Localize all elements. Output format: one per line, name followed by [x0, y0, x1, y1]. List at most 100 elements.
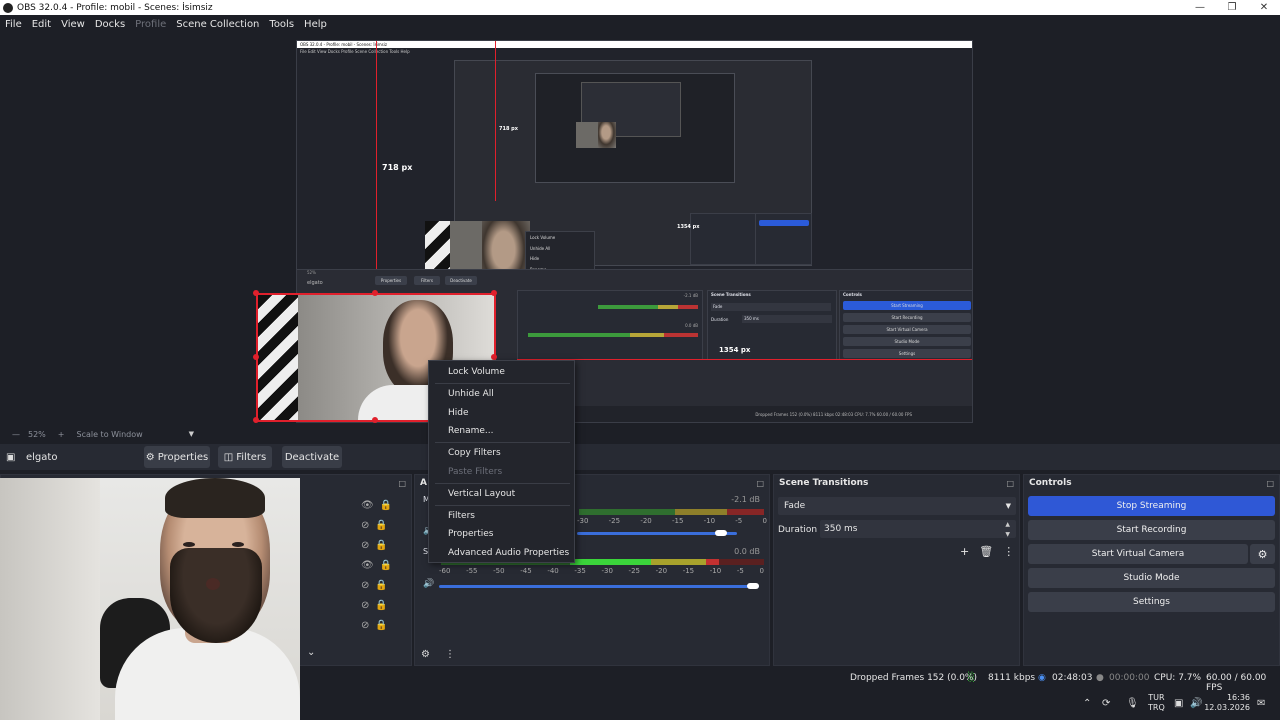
eye-hidden-icon[interactable]: ⊘ — [361, 620, 369, 631]
studio-mode-button[interactable]: Studio Mode — [1028, 568, 1275, 588]
channel-2-fader[interactable] — [439, 585, 759, 588]
more-icon[interactable]: ⋮ — [1003, 545, 1014, 558]
menu-profile[interactable]: Profile — [130, 19, 171, 30]
menu-item-paste-filters[interactable]: Paste Filters — [448, 467, 502, 477]
resize-handle[interactable] — [253, 354, 259, 360]
sync-icon[interactable]: ⟳ — [1102, 698, 1110, 709]
start-virtual-camera-button[interactable]: Start Virtual Camera — [1028, 544, 1248, 564]
nested-filters-btn: Filters — [414, 276, 440, 285]
spin-down-icon[interactable]: ▼ — [1005, 526, 1010, 544]
nested-preview-level3 — [535, 73, 735, 183]
channel-1-fader-knob[interactable] — [715, 530, 727, 536]
resize-handle[interactable] — [372, 290, 378, 296]
minimize-icon[interactable]: — — [1184, 0, 1216, 15]
lock-icon[interactable]: 🔒 — [375, 580, 387, 591]
scale-tick: -25 — [608, 517, 621, 525]
menu-item-unhide-all[interactable]: Unhide All — [448, 389, 494, 399]
restore-icon[interactable]: ❐ — [1216, 0, 1248, 15]
volume-icon[interactable]: 🔊 — [1190, 698, 1202, 709]
bitrate: 8111 kbps — [988, 673, 1036, 683]
lock-icon[interactable]: 🔒 — [375, 540, 387, 551]
menu-item-hide[interactable]: Hide — [448, 408, 469, 418]
lock-icon[interactable]: 🔒 — [375, 600, 387, 611]
scale-tick: -15 — [682, 567, 695, 575]
menu-item-properties[interactable]: Properties — [448, 529, 493, 539]
channel-2-fader-knob[interactable] — [746, 583, 759, 589]
start-recording-button[interactable]: Start Recording — [1028, 520, 1275, 540]
channel-1-fader[interactable] — [577, 532, 737, 535]
eye-hidden-icon[interactable]: ⊘ — [361, 520, 369, 531]
eye-icon[interactable]: 👁 — [361, 500, 374, 511]
microphone-icon[interactable]: 🎙 — [1126, 698, 1139, 709]
zoom-minus-icon[interactable]: — — [12, 430, 20, 439]
context-menu: Lock Volume Unhide All Hide Rename... Co… — [428, 360, 575, 563]
resize-handle[interactable] — [491, 290, 497, 296]
chevron-down-icon[interactable]: ▼ — [189, 430, 194, 438]
eye-hidden-icon[interactable]: ⊘ — [361, 600, 369, 611]
menu-edit[interactable]: Edit — [27, 19, 56, 30]
dock-float-icon[interactable]: □ — [756, 479, 764, 488]
dock-float-icon[interactable]: □ — [398, 479, 406, 488]
menu-item-copy-filters[interactable]: Copy Filters — [448, 448, 501, 458]
dock-float-icon[interactable]: □ — [1266, 479, 1274, 488]
nested-preview-level2 — [425, 60, 812, 293]
properties-button[interactable]: ⚙ Properties — [144, 446, 210, 468]
menu-item-lock-volume[interactable]: Lock Volume — [448, 367, 505, 377]
stop-streaming-button[interactable]: Stop Streaming — [1028, 496, 1275, 516]
menu-scene-collection[interactable]: Scene Collection — [171, 19, 264, 30]
deactivate-button[interactable]: Deactivate — [282, 446, 342, 468]
nested-label-718-small: 718 px — [499, 126, 518, 132]
mixer-settings-icon[interactable]: ⚙ — [421, 649, 430, 660]
nested-start-streaming-small — [759, 220, 809, 226]
input-language[interactable]: TUR TRQ — [1148, 693, 1165, 713]
menu-item-vertical-layout[interactable]: Vertical Layout — [448, 489, 515, 499]
notification-icon[interactable]: ✉ — [1257, 698, 1265, 709]
chevron-up-icon[interactable]: ⌃ — [1083, 698, 1091, 709]
menu-item-advanced-audio[interactable]: Advanced Audio Properties — [448, 548, 569, 558]
nested-deactivate-btn: Deactivate — [445, 276, 477, 285]
duration-spinbox[interactable]: 350 ms ▲ ▼ — [820, 520, 1016, 538]
add-icon[interactable]: + — [960, 545, 969, 558]
lock-icon[interactable]: 🔒 — [375, 620, 387, 631]
network-icon[interactable]: ▣ — [1174, 698, 1183, 709]
trash-icon[interactable]: 🗑 — [979, 545, 993, 558]
lock-icon[interactable]: 🔒 — [380, 560, 392, 571]
lock-icon[interactable]: 🔒 — [380, 500, 392, 511]
nested-fade: Fade — [711, 303, 831, 311]
resize-handle[interactable] — [253, 290, 259, 296]
scale-mode[interactable]: Scale to Window — [76, 430, 142, 439]
filters-button[interactable]: ◫ Filters — [218, 446, 272, 468]
resize-handle[interactable] — [253, 417, 259, 423]
nested-face — [597, 122, 616, 148]
transition-tools: + 🗑 ⋮ — [960, 545, 1014, 558]
transition-select[interactable]: Fade ▼ — [778, 497, 1016, 515]
resize-handle[interactable] — [372, 417, 378, 423]
scale-tick: -60 — [439, 567, 451, 575]
scene-transitions-dock: Scene Transitions □ Fade ▼ Duration 350 … — [773, 474, 1020, 666]
eye-icon[interactable]: 👁 — [361, 560, 374, 571]
speaker-icon[interactable]: 🔊 — [423, 579, 434, 589]
eye-hidden-icon[interactable]: ⊘ — [361, 540, 369, 551]
menu-bar: File Edit View Docks Profile Scene Colle… — [0, 15, 1280, 33]
virtual-camera-settings-icon[interactable]: ⚙ — [1250, 544, 1275, 564]
menu-file[interactable]: File — [0, 19, 27, 30]
zoom-plus-icon[interactable]: + — [58, 430, 65, 439]
menu-docks[interactable]: Docks — [90, 19, 130, 30]
mixer-title: A — [420, 478, 427, 488]
eye-hidden-icon[interactable]: ⊘ — [361, 580, 369, 591]
menu-item-rename[interactable]: Rename... — [448, 426, 494, 436]
menu-view[interactable]: View — [56, 19, 90, 30]
channel-2-db: 0.0 dB — [734, 547, 760, 556]
settings-button[interactable]: Settings — [1028, 592, 1275, 612]
nested-controls-small — [755, 213, 812, 265]
menu-tools[interactable]: Tools — [264, 19, 299, 30]
menu-separator — [435, 505, 570, 506]
clock[interactable]: 16:36 12.03.2026 — [1204, 693, 1250, 713]
lock-icon[interactable]: 🔒 — [375, 520, 387, 531]
menu-item-filters[interactable]: Filters — [448, 511, 475, 521]
menu-help[interactable]: Help — [299, 19, 332, 30]
close-icon[interactable]: ✕ — [1248, 0, 1280, 15]
mixer-more-icon[interactable]: ⋮ — [445, 649, 455, 660]
dock-float-icon[interactable]: □ — [1006, 479, 1014, 488]
chevron-down-icon[interactable]: ⌄ — [307, 647, 315, 658]
